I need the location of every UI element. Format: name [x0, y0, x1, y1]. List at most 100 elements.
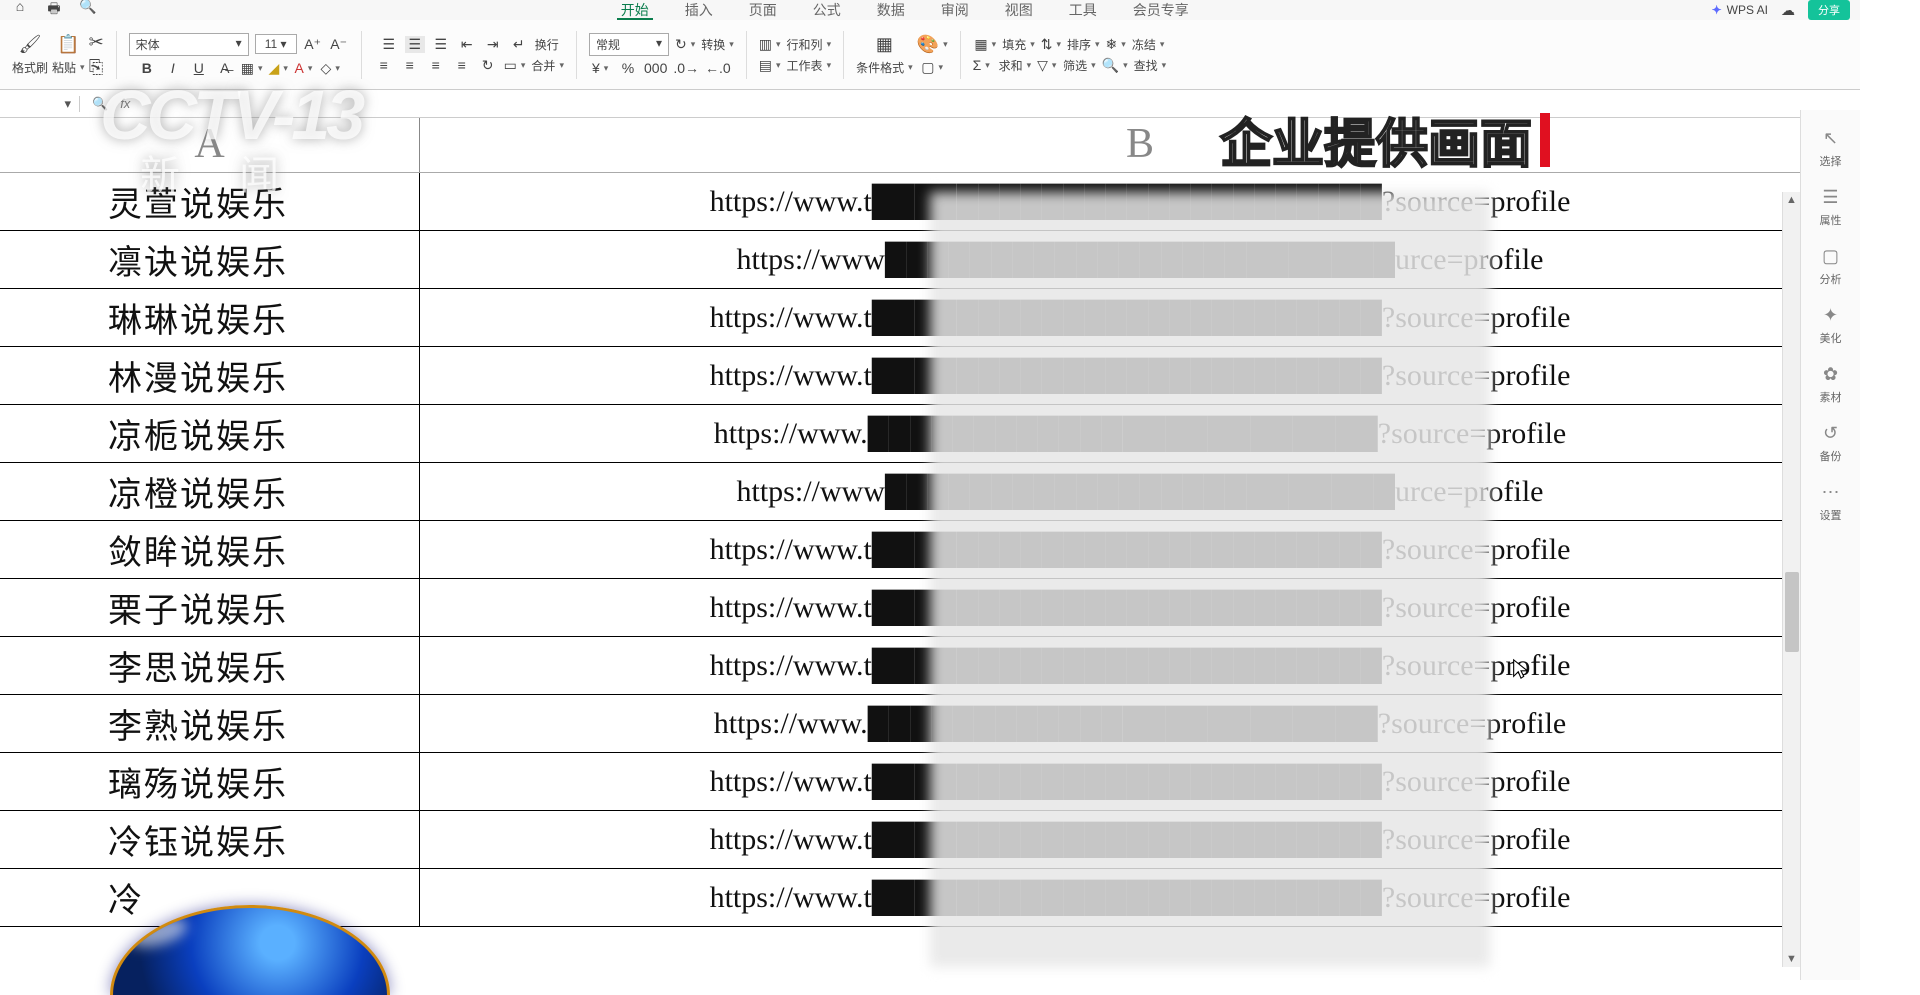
cell[interactable]: https://www.t████████████████████████?so…: [420, 521, 1860, 578]
sort-label[interactable]: 排序: [1067, 36, 1100, 53]
home-icon[interactable]: ⌂: [10, 0, 30, 22]
copy-icon[interactable]: ⎘: [89, 57, 103, 78]
convert-label[interactable]: 转换: [701, 36, 734, 53]
font-family-select[interactable]: 宋体▾: [129, 33, 249, 56]
cell[interactable]: https://www.t████████████████████████?so…: [420, 869, 1860, 926]
currency-icon[interactable]: ¥: [592, 60, 612, 76]
cell[interactable]: https://www.t████████████████████████?so…: [420, 637, 1860, 694]
cell[interactable]: https://www████████████████████████urce=…: [420, 231, 1860, 288]
scroll-down-icon[interactable]: ▼: [1786, 953, 1797, 965]
orientation-icon[interactable]: ↻: [478, 57, 498, 74]
format-icon[interactable]: ▢: [921, 59, 943, 76]
fill-color-icon[interactable]: ◇: [321, 60, 341, 77]
print-icon[interactable]: 🖶: [44, 0, 64, 22]
format-brush-icon[interactable]: 🖌: [19, 34, 42, 55]
find-icon[interactable]: 🔍: [1102, 57, 1128, 74]
cell[interactable]: 冷: [0, 869, 420, 926]
font-size-select[interactable]: 11 ▾: [255, 34, 297, 54]
rowscols-label[interactable]: 行和列: [787, 36, 832, 53]
cell[interactable]: https://www.████████████████████████?sou…: [420, 405, 1860, 462]
vertical-scrollbar[interactable]: ▲ ▼: [1782, 192, 1800, 967]
paste-icon[interactable]: 📋: [57, 34, 79, 55]
tab-data[interactable]: 数据: [873, 0, 909, 20]
column-header-a[interactable]: A: [0, 118, 420, 172]
italic-icon[interactable]: I: [163, 60, 183, 76]
dec-inc-icon[interactable]: .0→: [673, 60, 699, 76]
tab-page[interactable]: 页面: [745, 0, 781, 20]
paste-label[interactable]: 粘贴: [52, 59, 85, 76]
align-top-icon[interactable]: ☰: [379, 36, 399, 53]
filter-icon[interactable]: ▽: [1037, 57, 1057, 74]
freeze-label[interactable]: 冻结: [1132, 36, 1165, 53]
fx-icon[interactable]: fx: [120, 96, 130, 112]
find-label[interactable]: 查找: [1134, 57, 1167, 74]
cell[interactable]: 冷钰说娱乐: [0, 811, 420, 868]
convert-icon[interactable]: ↻: [675, 36, 695, 53]
sidebar-item-settings[interactable]: ⋯设置: [1820, 482, 1842, 523]
sidebar-item-properties[interactable]: ☰属性: [1820, 187, 1842, 228]
dec-dec-icon[interactable]: ←.0: [705, 60, 731, 76]
cell[interactable]: 凛诀说娱乐: [0, 231, 420, 288]
worksheet-label[interactable]: 工作表: [787, 57, 832, 74]
fill-label[interactable]: 填充: [1002, 36, 1035, 53]
tab-formula[interactable]: 公式: [809, 0, 845, 20]
share-button[interactable]: 分享: [1808, 0, 1850, 20]
align-middle-icon[interactable]: ☰: [405, 36, 425, 53]
align-justify-icon[interactable]: ≡: [452, 57, 472, 73]
cell[interactable]: https://www.t████████████████████████?so…: [420, 579, 1860, 636]
cell[interactable]: https://www████████████████████████urce=…: [420, 463, 1860, 520]
cell[interactable]: 凉栀说娱乐: [0, 405, 420, 462]
cell[interactable]: https://www.t████████████████████████?so…: [420, 347, 1860, 404]
worksheet-icon[interactable]: ▤: [759, 57, 781, 74]
increase-font-icon[interactable]: A⁺: [303, 36, 323, 53]
cell[interactable]: https://www.t████████████████████████?so…: [420, 289, 1860, 346]
cell[interactable]: https://www.████████████████████████?sou…: [420, 695, 1860, 752]
decrease-font-icon[interactable]: A⁻: [329, 36, 349, 53]
zoom-icon[interactable]: 🔍: [92, 96, 108, 112]
merge-label[interactable]: 合并: [531, 57, 564, 74]
indent-inc-icon[interactable]: ⇥: [483, 36, 503, 53]
align-bottom-icon[interactable]: ☰: [431, 36, 451, 53]
spreadsheet-grid[interactable]: 灵萱说娱乐https://www.t██████████████████████…: [0, 173, 1860, 965]
tab-insert[interactable]: 插入: [681, 0, 717, 20]
align-left-icon[interactable]: ≡: [374, 57, 394, 73]
merge-icon[interactable]: ▭: [504, 57, 526, 74]
freeze-icon[interactable]: ❄: [1106, 36, 1126, 53]
sum-label[interactable]: 求和: [999, 57, 1032, 74]
sidebar-item-backup[interactable]: ↺备份: [1820, 423, 1842, 464]
styles-icon[interactable]: 🎨: [917, 34, 948, 55]
wps-ai-button[interactable]: ✦ WPS AI: [1712, 3, 1768, 17]
tab-start[interactable]: 开始: [617, 0, 653, 20]
align-center-icon[interactable]: ≡: [400, 57, 420, 73]
cell[interactable]: 栗子说娱乐: [0, 579, 420, 636]
sidebar-item-assets[interactable]: ✿素材: [1820, 364, 1842, 405]
highlight-icon[interactable]: ◢: [269, 60, 289, 77]
border-icon[interactable]: ▦: [241, 60, 263, 77]
rowscols-icon[interactable]: ▥: [759, 36, 781, 53]
preview-icon[interactable]: 🔍: [78, 0, 98, 22]
percent-icon[interactable]: %: [618, 60, 638, 76]
bold-icon[interactable]: B: [137, 60, 157, 76]
underline-icon[interactable]: U: [189, 60, 209, 76]
cell[interactable]: 林漫说娱乐: [0, 347, 420, 404]
thousand-icon[interactable]: 000: [644, 60, 667, 76]
scrollbar-thumb[interactable]: [1785, 572, 1799, 652]
cell[interactable]: https://www.t████████████████████████?so…: [420, 811, 1860, 868]
number-format-select[interactable]: 常规▾: [589, 33, 669, 56]
cond-fmt-label[interactable]: 条件格式: [856, 59, 913, 76]
font-color-icon[interactable]: A: [295, 60, 315, 76]
strikethrough-icon[interactable]: A̶: [215, 60, 235, 76]
sum-icon[interactable]: Σ: [973, 57, 993, 73]
sidebar-item-beautify[interactable]: ✦美化: [1820, 305, 1842, 346]
column-header-b[interactable]: B: [420, 118, 1860, 172]
cell[interactable]: 琳琳说娱乐: [0, 289, 420, 346]
cloud-icon[interactable]: ☁: [1778, 2, 1798, 19]
cell[interactable]: https://www.t████████████████████████?so…: [420, 173, 1860, 230]
sort-icon[interactable]: ⇅: [1041, 36, 1061, 53]
cell[interactable]: 李熟说娱乐: [0, 695, 420, 752]
filter-label[interactable]: 筛选: [1063, 57, 1096, 74]
cell[interactable]: 李思说娱乐: [0, 637, 420, 694]
align-right-icon[interactable]: ≡: [426, 57, 446, 73]
cell[interactable]: 璃殇说娱乐: [0, 753, 420, 810]
cell[interactable]: https://www.t████████████████████████?so…: [420, 753, 1860, 810]
